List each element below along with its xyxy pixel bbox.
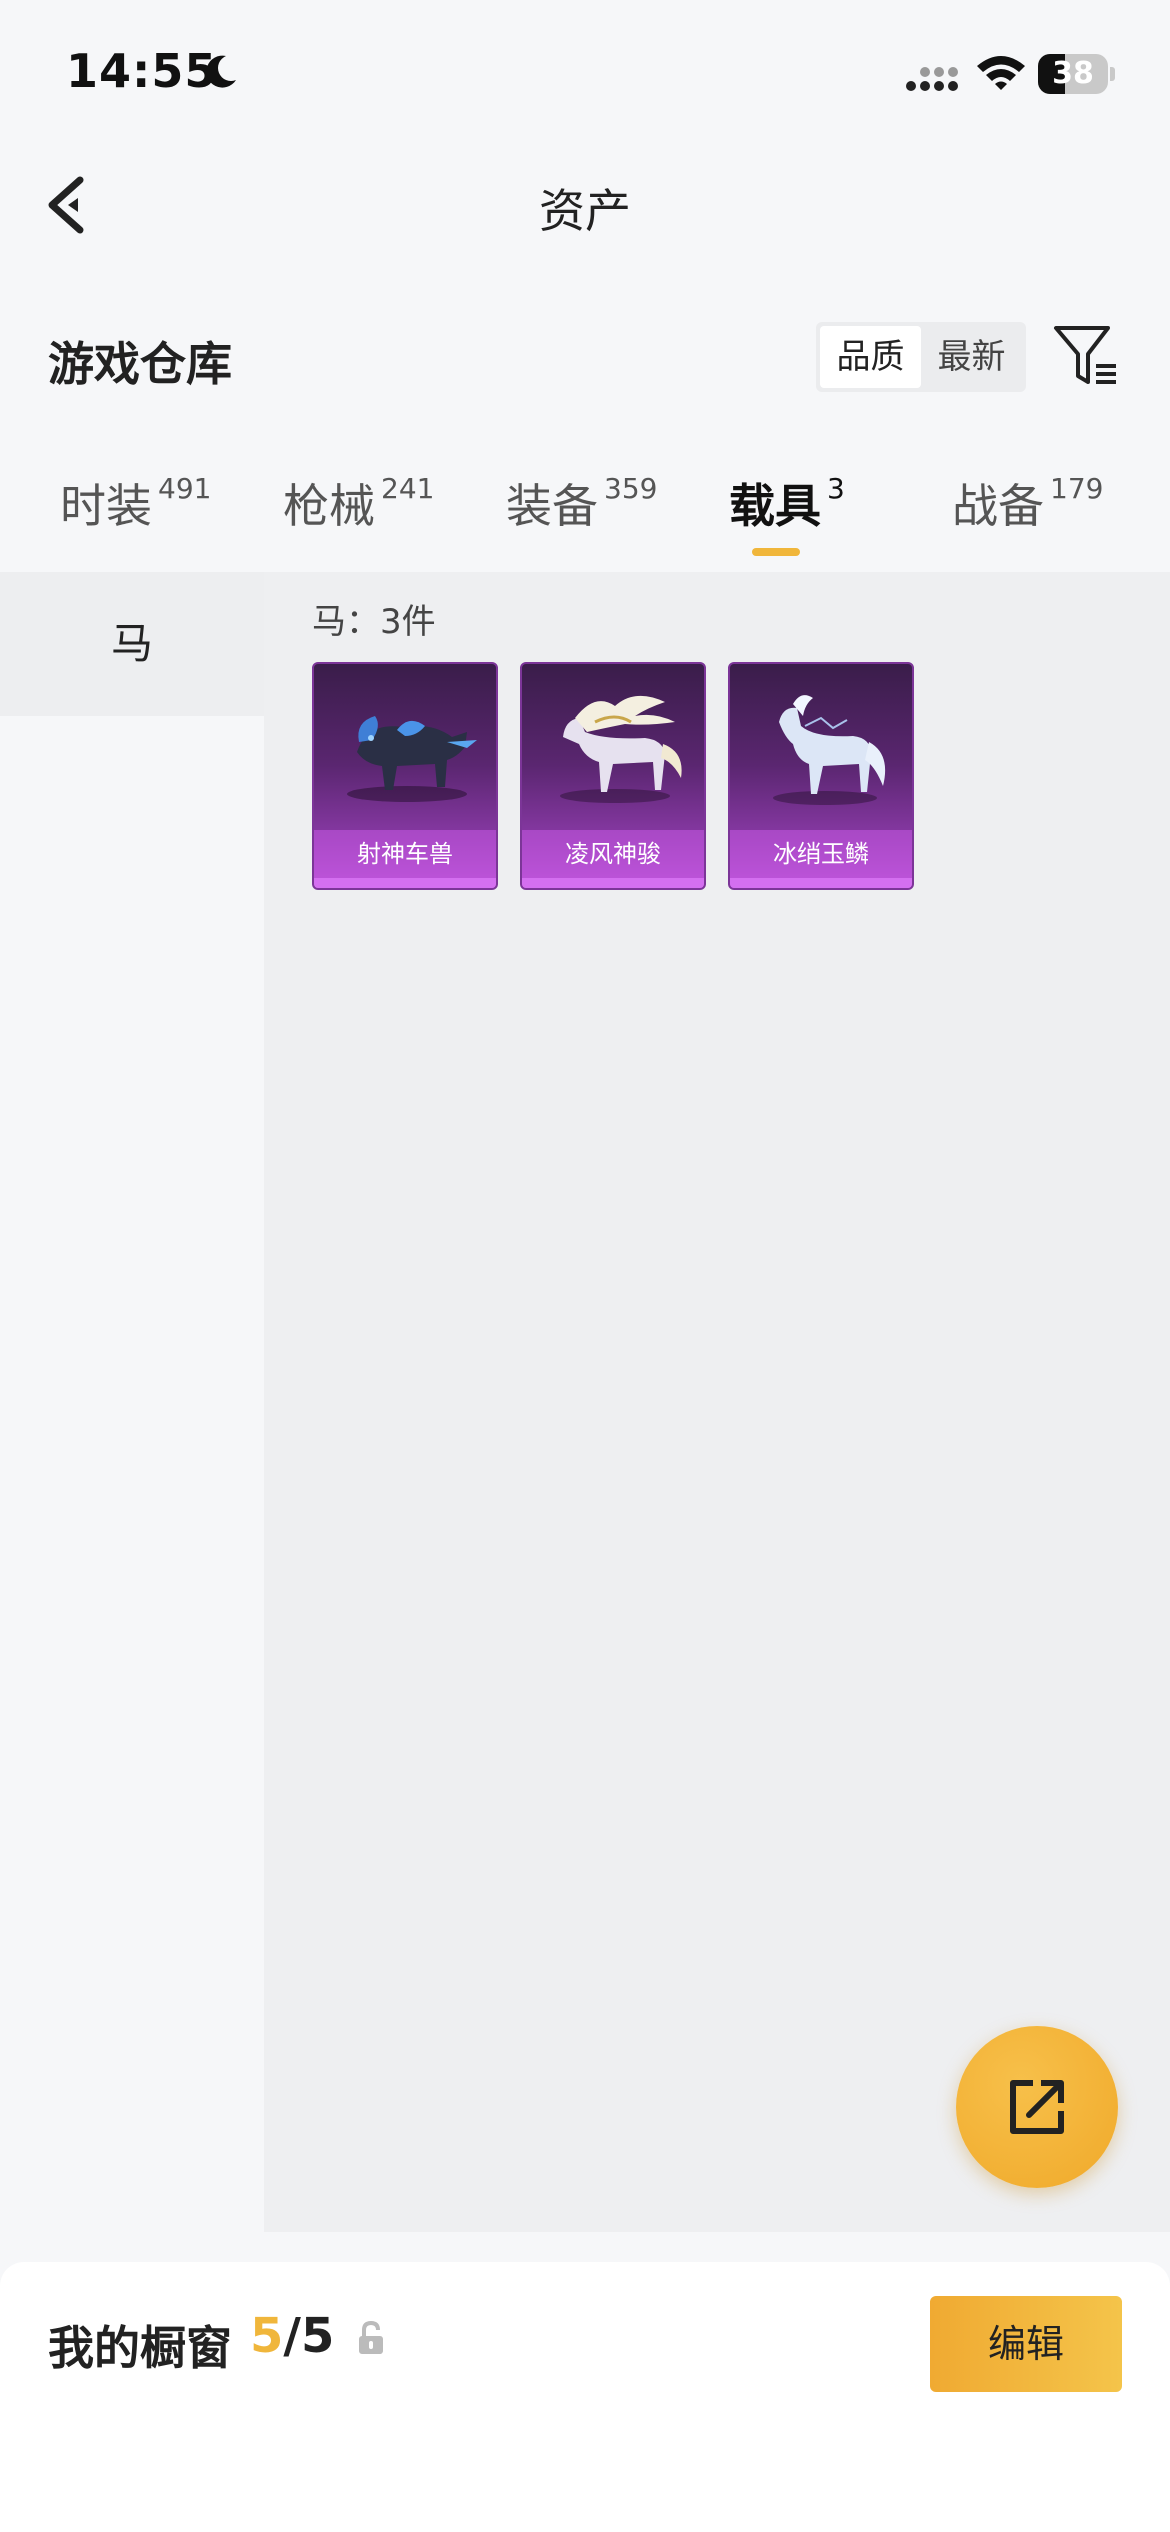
tab-count: 3 bbox=[827, 472, 845, 505]
sort-option-quality[interactable]: 品质 bbox=[820, 326, 921, 388]
tab-firearms[interactable]: 枪械 241 bbox=[283, 470, 434, 570]
tab-label: 枪械 bbox=[283, 479, 375, 533]
tab-label: 载具 bbox=[729, 479, 821, 533]
tab-label: 战备 bbox=[952, 479, 1044, 533]
item-card[interactable]: 射神车兽 bbox=[312, 662, 498, 890]
share-icon bbox=[1010, 2080, 1064, 2134]
showcase-bar: 我的橱窗 5/5 编辑 bbox=[0, 2262, 1170, 2532]
lock-icon bbox=[359, 2320, 383, 2354]
showcase-used-count: 5 bbox=[250, 2308, 284, 2364]
item-name: 凌风神骏 bbox=[522, 830, 704, 878]
share-button[interactable] bbox=[956, 2026, 1118, 2188]
items-panel: 马：3件 射神车兽 凌风神骏 冰绡玉鳞 bbox=[264, 572, 1170, 2232]
tab-fashion[interactable]: 时装 491 bbox=[60, 470, 211, 570]
ice-horse-mount-image bbox=[773, 695, 886, 805]
status-bar: 14:55 38 bbox=[0, 0, 1170, 150]
tab-indicator bbox=[752, 548, 800, 556]
item-card[interactable]: 凌风神骏 bbox=[520, 662, 706, 890]
battery-level: 38 bbox=[1052, 56, 1094, 91]
warehouse-title: 游戏仓库 bbox=[48, 337, 232, 391]
moon-icon bbox=[206, 55, 236, 88]
item-name: 射神车兽 bbox=[314, 830, 496, 878]
items-count-header: 马：3件 bbox=[312, 602, 436, 642]
signal-icon bbox=[906, 67, 958, 91]
tab-equipment[interactable]: 装备 359 bbox=[506, 470, 657, 570]
showcase-total-count: /5 bbox=[283, 2308, 335, 2364]
showcase-label: 我的橱窗 bbox=[48, 2321, 232, 2375]
item-name: 冰绡玉鳞 bbox=[730, 830, 912, 878]
horse-mount-image bbox=[560, 695, 682, 803]
status-time: 14:55 bbox=[66, 44, 218, 98]
category-tabs: 时装 491 枪械 241 装备 359 载具 3 战备 179 bbox=[0, 470, 1170, 570]
battery-icon: 38 bbox=[1038, 54, 1116, 94]
showcase-count: 5/5 bbox=[250, 2308, 334, 2364]
tab-count: 179 bbox=[1050, 472, 1104, 505]
category-sidebar: 马 bbox=[0, 572, 264, 2232]
tab-count: 359 bbox=[604, 472, 658, 505]
sort-option-newest[interactable]: 最新 bbox=[921, 326, 1022, 388]
beast-mount-image bbox=[347, 716, 477, 802]
filter-icon[interactable] bbox=[1052, 322, 1120, 390]
sort-toggle: 品质 最新 bbox=[816, 322, 1026, 392]
tab-label: 装备 bbox=[506, 479, 598, 533]
page-title: 资产 bbox=[539, 184, 631, 238]
tab-count: 491 bbox=[158, 472, 212, 505]
wifi-icon bbox=[977, 56, 1025, 90]
tab-label: 时装 bbox=[60, 479, 152, 533]
tab-combat-gear[interactable]: 战备 179 bbox=[952, 470, 1103, 570]
item-card[interactable]: 冰绡玉鳞 bbox=[728, 662, 914, 890]
edit-button[interactable]: 编辑 bbox=[930, 2296, 1122, 2392]
tab-count: 241 bbox=[381, 472, 435, 505]
sidebar-item-horse[interactable]: 马 bbox=[0, 572, 264, 716]
